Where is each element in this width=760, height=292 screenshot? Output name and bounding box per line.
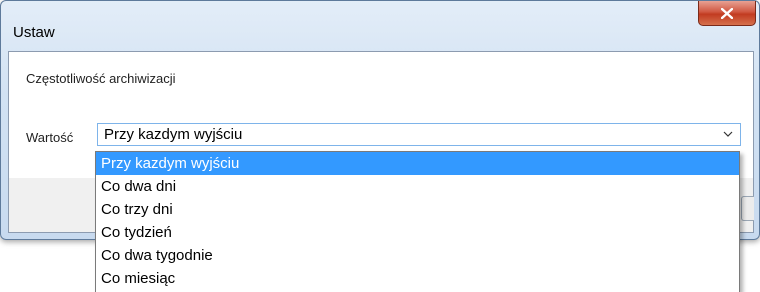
option-co-dwa-tygodnie[interactable]: Co dwa tygodnie bbox=[96, 244, 739, 267]
window-title: Ustaw bbox=[13, 24, 55, 41]
section-heading: Częstotliwość archiwizacji bbox=[26, 71, 176, 86]
frequency-select[interactable]: Przy kazdym wyjściu bbox=[97, 123, 741, 146]
selected-value: Przy kazdym wyjściu bbox=[104, 126, 243, 143]
option-co-dwa-dni[interactable]: Co dwa dni bbox=[96, 175, 739, 198]
close-icon bbox=[721, 7, 733, 19]
dropdown-list[interactable]: Przy kazdym wyjściu Co dwa dni Co trzy d… bbox=[95, 151, 740, 292]
option-co-tydzien[interactable]: Co tydzień bbox=[96, 221, 739, 244]
value-label: Wartość bbox=[26, 130, 74, 145]
dialog-button[interactable] bbox=[741, 196, 754, 221]
option-co-trzy-dni[interactable]: Co trzy dni bbox=[96, 198, 739, 221]
chevron-down-icon[interactable] bbox=[722, 128, 734, 140]
close-button[interactable] bbox=[698, 1, 756, 26]
option-co-miesiac[interactable]: Co miesiąc bbox=[96, 267, 739, 290]
option-przy-kazdym-wyjsciu[interactable]: Przy kazdym wyjściu bbox=[96, 152, 739, 175]
